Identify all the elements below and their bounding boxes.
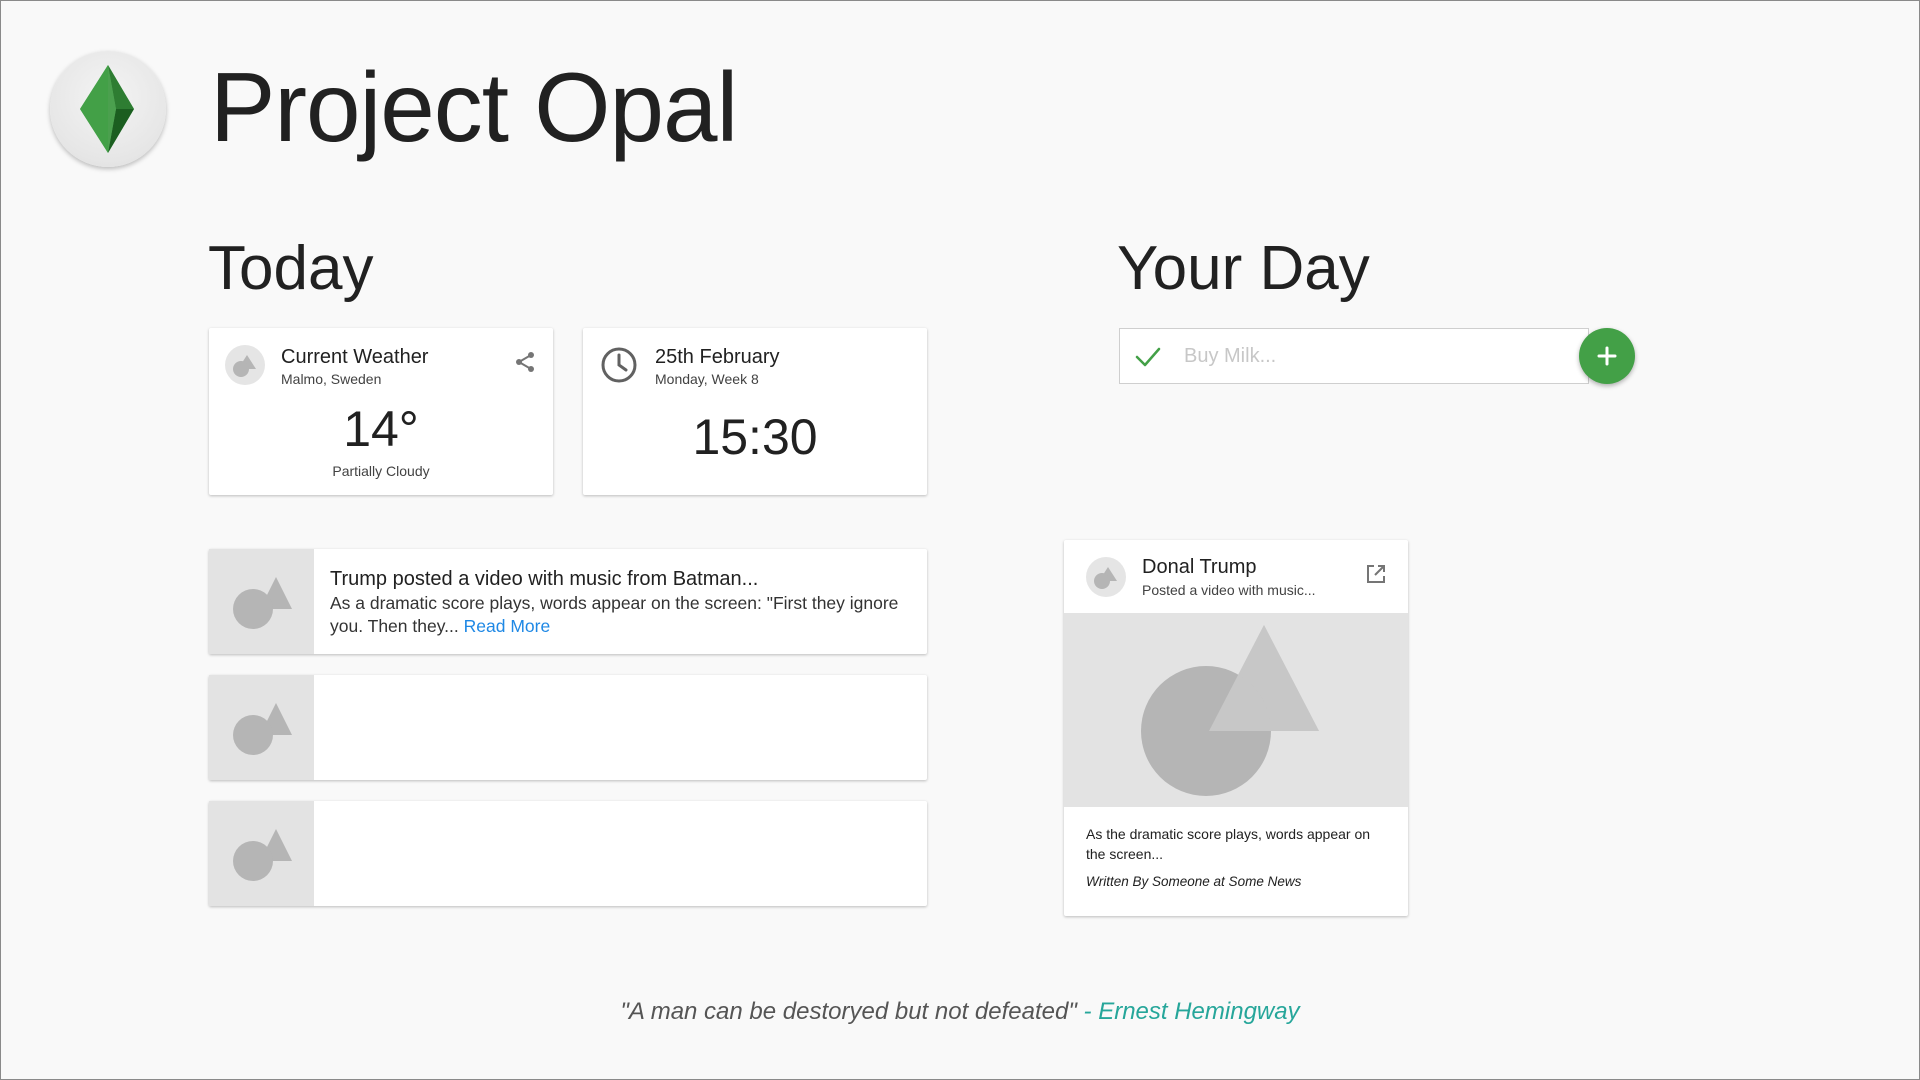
article-body: As the dramatic score plays, words appea…: [1086, 826, 1371, 862]
weather-card[interactable]: Current Weather Malmo, Sweden 14° Partia…: [209, 328, 553, 495]
add-todo-button[interactable]: [1579, 328, 1635, 384]
date-title: 25th February: [655, 346, 780, 368]
article-subtitle: Posted a video with music...: [1142, 582, 1316, 598]
check-icon: [1134, 343, 1162, 371]
today-heading: Today: [208, 234, 374, 303]
date-subtitle: Monday, Week 8: [655, 371, 759, 387]
news-item[interactable]: [209, 675, 927, 780]
placeholder-image-icon: [1064, 613, 1408, 807]
current-time: 15:30: [692, 409, 818, 465]
placeholder-image-icon: [209, 675, 314, 780]
placeholder-image-icon: [209, 801, 314, 906]
quote-text: "A man can be destoryed but not defeated…: [620, 998, 1077, 1025]
article-card[interactable]: Donal Trump Posted a video with music...…: [1064, 540, 1408, 916]
quote-author: - Ernest Hemingway: [1076, 998, 1300, 1025]
news-headline: Trump posted a video with music from Bat…: [330, 568, 759, 590]
article-byline: Written By Someone at Some News: [1086, 874, 1302, 889]
share-icon[interactable]: [513, 350, 537, 374]
clock-icon: [599, 345, 639, 385]
green-diamond-gem-icon: [80, 65, 134, 153]
news-body: As a dramatic score plays, words appear …: [330, 592, 910, 638]
weather-title: Current Weather: [281, 346, 429, 368]
placeholder-image-icon: [225, 345, 265, 385]
news-item[interactable]: Trump posted a video with music from Bat…: [209, 549, 927, 654]
quote: "A man can be destoryed but not defeated…: [0, 998, 1920, 1026]
your-day-heading: Your Day: [1117, 234, 1370, 303]
read-more-link[interactable]: Read More: [464, 616, 551, 636]
app-title: Project Opal: [210, 52, 738, 162]
placeholder-image-icon: [1086, 557, 1126, 597]
todo-input-box: [1119, 328, 1589, 384]
open-in-new-icon[interactable]: [1364, 562, 1388, 586]
news-body-text: As a dramatic score plays, words appear …: [330, 593, 899, 636]
news-item[interactable]: [209, 801, 927, 906]
article-title: Donal Trump: [1142, 556, 1257, 578]
weather-location: Malmo, Sweden: [281, 371, 382, 387]
temperature: 14°: [343, 401, 419, 457]
todo-input[interactable]: [1184, 329, 1574, 383]
placeholder-image-icon: [209, 549, 314, 654]
weather-condition: Partially Cloudy: [332, 463, 430, 479]
date-card[interactable]: 25th February Monday, Week 8 15:30: [583, 328, 927, 495]
app-logo: [50, 51, 166, 167]
plus-icon: [1597, 346, 1617, 366]
window-frame: [0, 0, 1920, 1080]
